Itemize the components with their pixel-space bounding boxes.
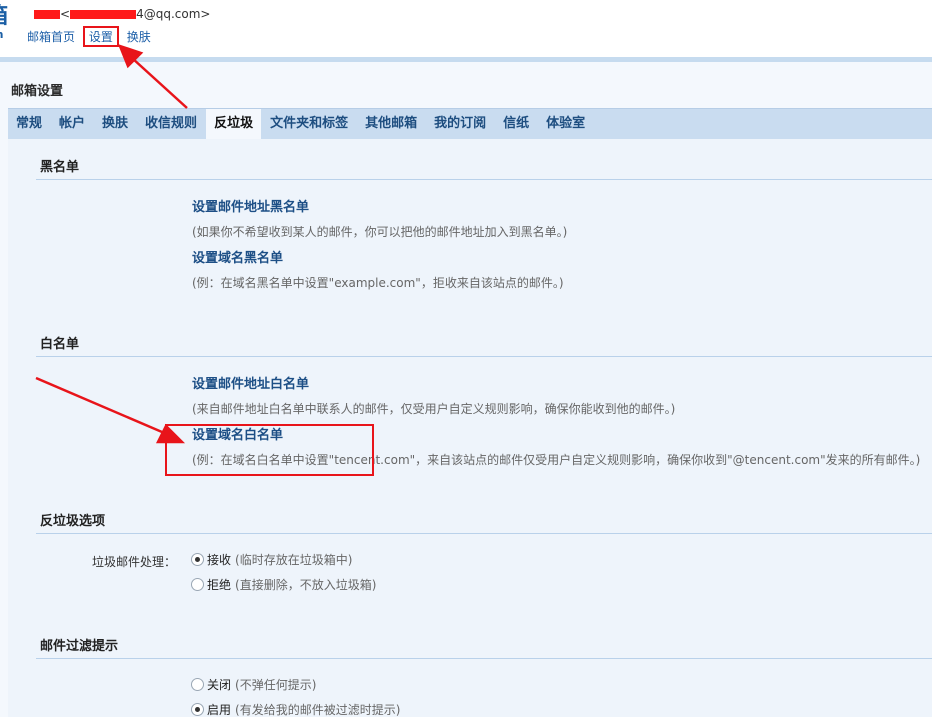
arrow-head-icon: [155, 423, 186, 444]
arrow-to-domain-whitelist: [35, 376, 163, 434]
arrow-to-settings: [131, 57, 188, 109]
annotation-arrows: [35, 43, 188, 444]
